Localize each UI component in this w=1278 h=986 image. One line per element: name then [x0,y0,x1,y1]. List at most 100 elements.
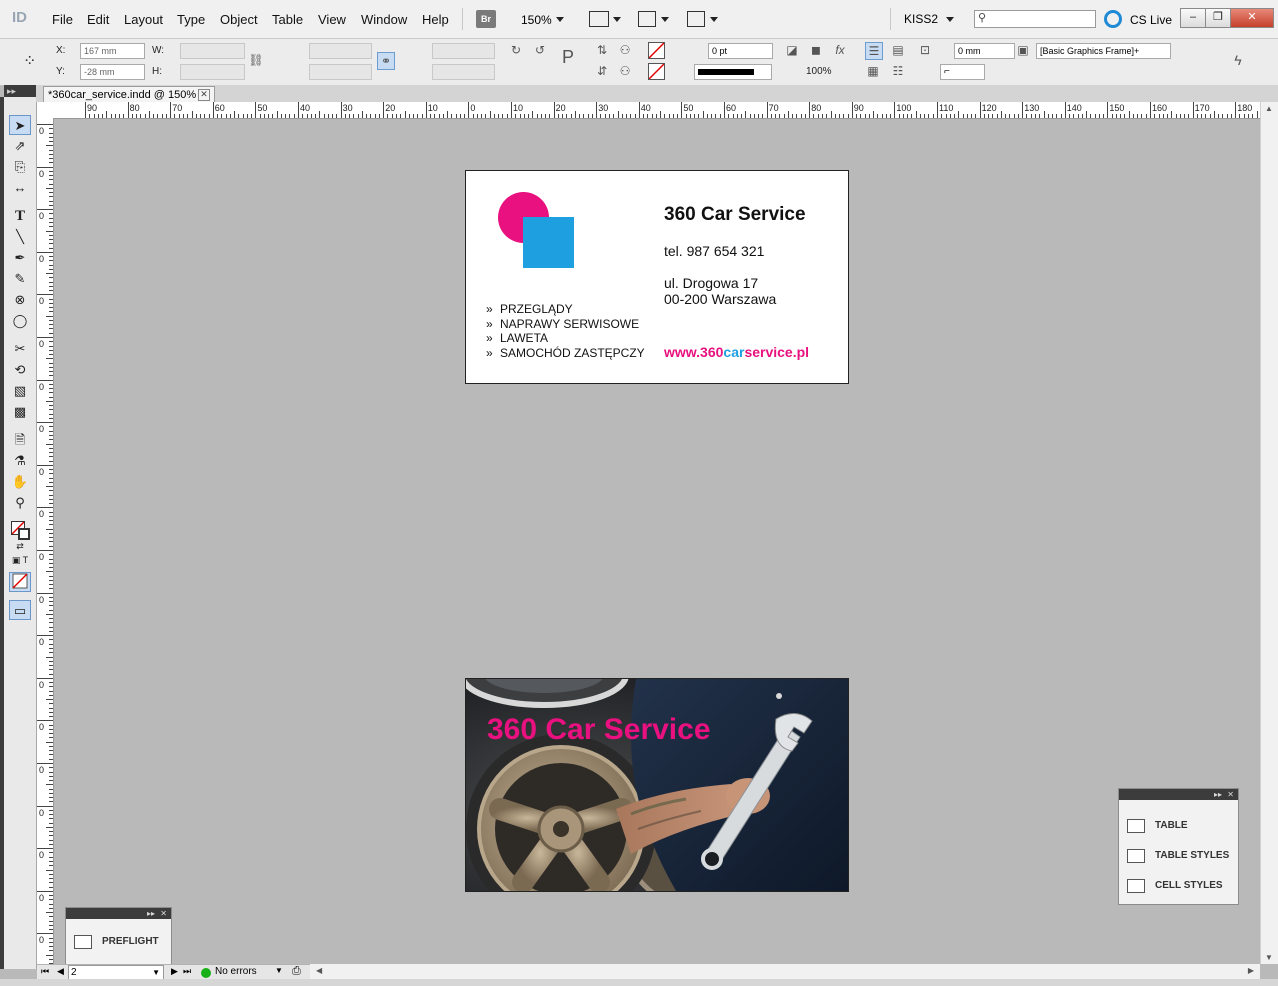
gradient-feather-tool-icon[interactable]: ▩ [9,402,31,422]
close-tab-icon[interactable]: ✕ [198,89,210,101]
shear-field[interactable] [432,64,495,80]
object-style-select[interactable]: [Basic Graphics Frame]+ [1036,43,1171,59]
menu-table[interactable]: Table [272,12,303,27]
frame-fitting-icon[interactable]: ⊡ [917,42,933,58]
formatting-affects-container-icon[interactable]: ▣ T [9,554,31,566]
screen-mode-icon[interactable] [638,11,656,27]
scissors-tool-icon[interactable]: ✂ [9,339,31,359]
workspace-switcher[interactable]: KISS2 [904,12,938,26]
arrange-dropdown-icon[interactable] [710,17,718,22]
first-page-icon[interactable]: ⏮ [41,966,49,977]
horizontal-ruler[interactable]: 90 80 70 60 50 40 30 20 10 0 10 20 30 40 50 60 70 80 90 100… [37,102,1260,119]
note-tool-icon[interactable]: 🗎 [9,430,31,450]
close-panel-icon[interactable]: ✕ [160,908,167,919]
bridge-button[interactable]: Br [476,10,496,28]
drop-shadow-icon[interactable]: ◪ [784,42,800,58]
reference-point-icon[interactable]: ⁘ [23,51,43,71]
tools-panel-grip[interactable]: ▸▸ [4,85,36,97]
opacity-value[interactable]: 100% [806,66,832,77]
horizontal-scrollbar[interactable]: ◀ ▶ [310,964,1260,979]
stroke-swatch-icon[interactable] [648,63,665,80]
scroll-down-icon[interactable]: ▼ [1265,953,1273,962]
text-wrap-none-icon[interactable]: ☰ [865,42,883,60]
direct-selection-tool-icon[interactable]: ⇗ [9,136,31,156]
menu-file[interactable]: File [52,12,73,27]
selection-tool-icon[interactable]: ➤ [9,115,31,135]
close-panel-icon[interactable]: ✕ [1227,789,1234,800]
collapse-panel-icon[interactable]: ▸▸ [1214,789,1222,800]
text-wrap-box-icon[interactable]: ▤ [890,42,906,58]
corner-offset-field[interactable]: 0 mm [954,43,1015,59]
gap-tool-icon[interactable]: ↔ [9,178,31,198]
corner-shape-select[interactable]: ⌐ [940,64,985,80]
search-input[interactable]: ⚲ [974,10,1096,28]
document-tab[interactable]: *360car_service.indd @ 150% ✕ [43,86,215,102]
rotation-field[interactable] [432,43,495,59]
business-card-front[interactable]: 360 Car Service tel. 987 654 321 ul. Dro… [465,170,849,384]
fill-swatch-icon[interactable] [648,42,665,59]
w-field[interactable] [180,43,245,59]
collapse-panel-icon[interactable]: ▸▸ [147,908,155,919]
next-page-icon[interactable]: ▶ [171,966,178,977]
scale-x-field[interactable] [309,43,372,59]
apply-none-icon[interactable] [9,572,31,592]
table-panel-header[interactable]: ▸▸ ✕ [1119,789,1238,800]
minimize-button[interactable]: – [1180,8,1206,28]
cs-live-icon[interactable] [1104,10,1122,28]
menu-type[interactable]: Type [177,12,205,27]
arrange-documents-icon[interactable] [687,11,705,27]
text-wrap-shape-icon[interactable]: ▦ [865,63,881,79]
page-number-field[interactable]: 2 ▼ [68,965,164,980]
vertical-ruler[interactable]: 0 0 0 0 0 0 0 0 0 0 0 0 0 0 0 0 0 0 0 0 [37,118,54,964]
preflight-status-text[interactable]: No errors [215,966,257,977]
rectangle-frame-tool-icon[interactable]: ⊗ [9,290,31,310]
stroke-weight-field[interactable]: 0 pt [708,43,773,59]
y-field[interactable]: -28 mm [80,64,145,80]
text-wrap-jump-icon[interactable]: ☷ [890,63,906,79]
swap-colors-icon[interactable]: ⇄ [9,540,31,552]
fx-icon[interactable]: fx [832,42,848,58]
menu-object[interactable]: Object [220,12,258,27]
type-tool-icon[interactable]: T [9,206,31,226]
workspace-dropdown-icon[interactable] [946,17,954,22]
previous-page-icon[interactable]: ◀ [57,966,64,977]
quick-apply-icon[interactable]: ϟ [1230,52,1246,68]
hand-tool-icon[interactable]: ✋ [9,472,31,492]
select-container-icon[interactable]: ⚇ [617,42,633,58]
screen-mode-dropdown-icon[interactable] [661,17,669,22]
page-dropdown-icon[interactable]: ▼ [152,966,160,979]
gradient-swatch-tool-icon[interactable]: ▧ [9,381,31,401]
menu-layout[interactable]: Layout [124,12,163,27]
h-field[interactable] [180,64,245,80]
constrain-proportions-icon[interactable]: ⛓ [248,52,264,68]
preflight-menu-icon[interactable]: ▼ [275,966,283,975]
select-content-icon[interactable]: ⚇ [617,63,633,79]
rotate-cw-icon[interactable]: ↻ [508,42,524,58]
preflight-panel-header[interactable]: ▸▸ ✕ [66,908,171,919]
view-options-dropdown-icon[interactable] [613,17,621,22]
stroke-color-icon[interactable] [18,528,30,540]
menu-edit[interactable]: Edit [87,12,109,27]
flip-vertical-icon[interactable]: ⇵ [594,63,610,79]
eyedropper-tool-icon[interactable]: ⚗ [9,451,31,471]
cs-live-button[interactable]: CS Live [1130,13,1172,27]
page-tool-icon[interactable]: ⎘ [9,157,31,177]
free-transform-tool-icon[interactable]: ⟲ [9,360,31,380]
rotate-ccw-icon[interactable]: ↺ [532,42,548,58]
scale-y-field[interactable] [309,64,372,80]
menu-window[interactable]: Window [361,12,407,27]
normal-view-mode-icon[interactable]: ▭ [9,600,31,620]
business-card-back[interactable]: 360 Car Service [465,678,849,892]
scroll-up-icon[interactable]: ▲ [1265,104,1273,113]
stroke-type-select[interactable] [694,64,772,80]
flip-horizontal-icon[interactable]: ⇅ [594,42,610,58]
scroll-left-icon[interactable]: ◀ [316,966,322,975]
scroll-right-icon[interactable]: ▶ [1248,966,1254,975]
effects-icon[interactable]: ◼ [808,42,824,58]
link-scale-icon[interactable]: ⚭ [377,52,395,70]
restore-button[interactable]: ❐ [1205,8,1231,28]
pen-tool-icon[interactable]: ✒ [9,248,31,268]
close-window-button[interactable]: ✕ [1230,8,1274,28]
menu-view[interactable]: View [318,12,346,27]
view-options-icon[interactable] [589,11,609,27]
